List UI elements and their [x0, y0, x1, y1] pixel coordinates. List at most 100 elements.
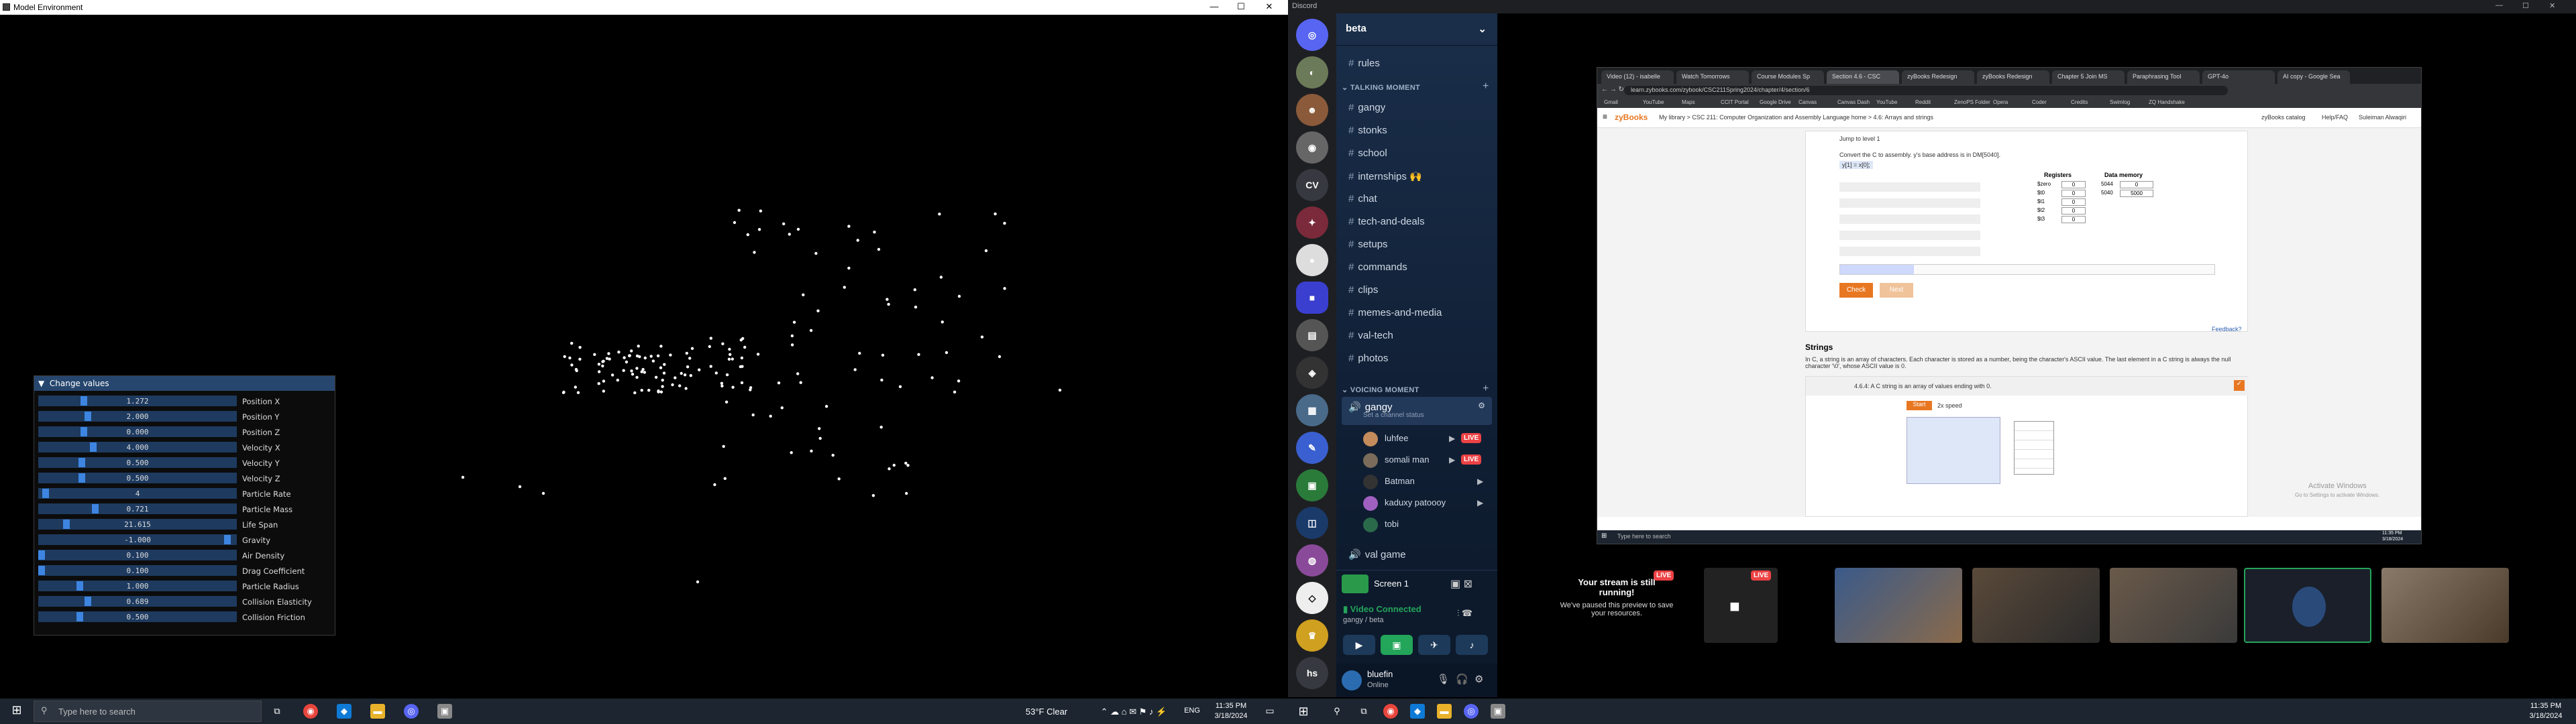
- voice-user[interactable]: luhfee ▶ LIVE: [1363, 430, 1491, 448]
- notification-icon[interactable]: ▭: [1261, 705, 1279, 717]
- nav-arrows-icon[interactable]: ← → ↻: [1601, 86, 1624, 93]
- voice-user[interactable]: tobi: [1363, 516, 1491, 534]
- value-slider[interactable]: 21.615: [38, 519, 237, 530]
- server-icon[interactable]: ✦: [1296, 206, 1328, 239]
- value-slider[interactable]: 0.689: [38, 596, 237, 607]
- task-view-icon[interactable]: ⧉: [270, 704, 284, 719]
- discord-icon[interactable]: ◎: [404, 704, 419, 719]
- bookmark-item[interactable]: Google Drive: [1760, 99, 1791, 105]
- channel-item[interactable]: # school: [1342, 143, 1492, 164]
- server-icon[interactable]: ◐: [1296, 56, 1328, 88]
- camera-tile[interactable]: [1972, 568, 2100, 643]
- camera-tile[interactable]: [2381, 568, 2509, 643]
- avatar[interactable]: [1342, 670, 1362, 690]
- server-icon[interactable]: ●: [1296, 244, 1328, 276]
- taskbar-search[interactable]: ⚲ Type here to search: [34, 701, 262, 722]
- camera-tile[interactable]: [2244, 568, 2371, 643]
- channel-item[interactable]: # photos: [1342, 349, 1492, 369]
- bookmark-item[interactable]: ZQ Handshake: [2149, 99, 2185, 105]
- server-icon[interactable]: ◍: [1296, 544, 1328, 577]
- bookmark-item[interactable]: Canvas Dash: [1837, 99, 1870, 105]
- bookmark-item[interactable]: ZenoPS Folder: [1954, 99, 1990, 105]
- channel-item[interactable]: # stonks: [1342, 121, 1492, 141]
- browser-tab[interactable]: Watch Tomorrows: [1676, 70, 1749, 84]
- bookmark-item[interactable]: Credits: [2071, 99, 2088, 105]
- browser-tab[interactable]: Course Modules Sp: [1752, 70, 1824, 84]
- bookmark-item[interactable]: YouTube: [1876, 99, 1897, 105]
- help-link[interactable]: Help/FAQ: [2322, 114, 2348, 121]
- add-channel-icon[interactable]: +: [1483, 80, 1489, 93]
- browser-tab[interactable]: GPT-4o: [2202, 70, 2275, 84]
- voice-channel-gangy[interactable]: 🔊 gangy Set a channel status ⚙: [1342, 397, 1492, 425]
- windows-start-icon[interactable]: ⊞: [1296, 704, 1311, 719]
- channel-item[interactable]: # memes-and-media: [1342, 303, 1492, 323]
- channel-rules[interactable]: # rules: [1342, 54, 1492, 74]
- server-header[interactable]: beta ⌄: [1336, 13, 1497, 46]
- browser-tab[interactable]: AI copy - Google Sea: [2277, 70, 2350, 84]
- activity-button[interactable]: ✈: [1418, 635, 1450, 655]
- check-button[interactable]: Check: [1839, 283, 1873, 298]
- bookmark-item[interactable]: Coder: [2032, 99, 2047, 105]
- close-button[interactable]: ✕: [1256, 1, 1283, 12]
- breadcrumb[interactable]: My library > CSC 211: Computer Organizat…: [1659, 114, 1933, 121]
- bookmark-item[interactable]: CCIT Portal: [1721, 99, 1749, 105]
- server-icon[interactable]: ◇: [1296, 582, 1328, 614]
- value-slider[interactable]: 0.100: [38, 565, 237, 576]
- discord-icon[interactable]: ◎: [1464, 704, 1479, 719]
- gear-icon[interactable]: ⚙: [1474, 673, 1483, 685]
- camera-tile[interactable]: LIVE ■: [1704, 568, 1778, 643]
- model-env-icon[interactable]: ▣: [1491, 704, 1505, 719]
- maximize-button[interactable]: ☐: [1228, 1, 1254, 12]
- start-button[interactable]: Start: [1907, 401, 1932, 410]
- channel-item[interactable]: # chat: [1342, 189, 1492, 209]
- value-slider[interactable]: 2.000: [38, 411, 237, 422]
- channel-item[interactable]: # gangy: [1342, 98, 1492, 118]
- camera-tile[interactable]: [2110, 568, 2237, 643]
- tray-icons[interactable]: ⌃ ☁ ⌂ ✉ ⚑ ♪ ⚡: [1093, 707, 1174, 717]
- jump-level-link[interactable]: Jump to level 1: [1839, 135, 1880, 142]
- add-channel-icon[interactable]: +: [1483, 383, 1489, 395]
- windows-start-icon[interactable]: ⊞: [8, 703, 25, 720]
- discord-home-icon[interactable]: ◎: [1296, 19, 1328, 51]
- screen-share-icons[interactable]: ▣ ⊠: [1450, 577, 1472, 591]
- screen-share-thumb[interactable]: [1342, 575, 1368, 593]
- mic-icon[interactable]: 🎙: [1437, 673, 1450, 685]
- maximize-button[interactable]: ☐: [2522, 1, 2529, 10]
- server-icon[interactable]: ◫: [1296, 507, 1328, 539]
- voice-user[interactable]: kaduxy patoooy ▶: [1363, 495, 1491, 512]
- server-icon[interactable]: ▣: [1296, 469, 1328, 501]
- screenshare-button[interactable]: ▣: [1381, 635, 1413, 655]
- server-icon[interactable]: ✎: [1296, 432, 1328, 464]
- server-icon[interactable]: ▤: [1296, 319, 1328, 351]
- voice-channel-actions[interactable]: ⚙: [1478, 401, 1485, 410]
- server-icon[interactable]: ♛: [1296, 619, 1328, 652]
- camera-button[interactable]: ▶: [1343, 635, 1375, 655]
- channel-item[interactable]: # internships 🙌: [1342, 166, 1492, 186]
- channel-item[interactable]: # val-tech: [1342, 326, 1492, 346]
- browser-tab[interactable]: zyBooks Redesign: [1977, 70, 2049, 84]
- value-slider[interactable]: -1.000: [38, 534, 237, 545]
- clock-date[interactable]: 3/18/2024: [1208, 712, 1254, 720]
- clock-time[interactable]: 11:35 PM: [2522, 702, 2569, 710]
- speed-toggle[interactable]: 2x speed: [1937, 402, 1962, 409]
- server-hs[interactable]: hs: [1296, 657, 1328, 689]
- value-slider[interactable]: 1.272: [38, 396, 237, 406]
- bookmark-item[interactable]: Canvas: [1799, 99, 1817, 105]
- value-slider[interactable]: 0.000: [38, 426, 237, 437]
- next-button[interactable]: Next: [1880, 283, 1913, 298]
- value-slider[interactable]: 0.721: [38, 503, 237, 514]
- language[interactable]: ENG: [1182, 707, 1202, 715]
- voice-user[interactable]: Batman ▶: [1363, 473, 1491, 491]
- user-menu[interactable]: Suleiman Alwaqiri: [2359, 114, 2406, 121]
- value-slider[interactable]: 4.000: [38, 442, 237, 452]
- server-icon[interactable]: ◉: [1296, 131, 1328, 164]
- chrome-icon[interactable]: ◉: [1383, 704, 1398, 719]
- minimize-button[interactable]: —: [1201, 1, 1228, 11]
- channel-item[interactable]: # tech-and-deals: [1342, 212, 1492, 232]
- windows-start-icon[interactable]: ⊞: [1601, 532, 1607, 540]
- headphones-icon[interactable]: 🎧: [1456, 673, 1468, 685]
- channel-status[interactable]: Set a channel status: [1363, 412, 1424, 419]
- voice-channel-val-game[interactable]: 🔊 val game: [1342, 544, 1492, 564]
- value-slider[interactable]: 0.500: [38, 457, 237, 468]
- vscode-icon[interactable]: ◆: [1410, 704, 1425, 719]
